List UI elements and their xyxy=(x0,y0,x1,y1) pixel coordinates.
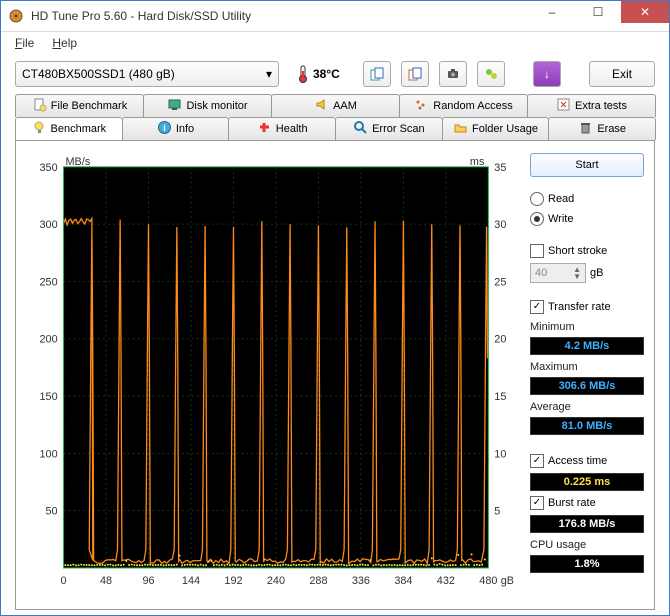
svg-text:20: 20 xyxy=(494,334,506,346)
svg-text:0: 0 xyxy=(61,575,67,587)
file-bench-icon xyxy=(32,97,47,115)
svg-text:150: 150 xyxy=(39,391,57,403)
save-button[interactable]: ↓ xyxy=(533,61,561,87)
burst-rate-checkbox[interactable]: ✓Burst rate xyxy=(530,495,644,511)
svg-text:350: 350 xyxy=(39,162,57,174)
speaker-icon xyxy=(314,97,329,115)
random-icon xyxy=(414,97,429,115)
device-select[interactable]: CT480BX500SSD1 (480 gB) ▾ xyxy=(15,61,279,87)
svg-text:gB: gB xyxy=(501,575,514,587)
svg-text:100: 100 xyxy=(39,448,57,460)
svg-text:300: 300 xyxy=(39,219,57,231)
tab-random-access[interactable]: Random Access xyxy=(399,94,528,117)
burst-rate-value: 176.8 MB/s xyxy=(530,515,644,533)
close-button[interactable]: ✕ xyxy=(621,1,669,23)
svg-text:15: 15 xyxy=(494,391,506,403)
thermometer-icon xyxy=(297,65,309,83)
svg-text:ms: ms xyxy=(470,156,485,168)
toolbar: CT480BX500SSD1 (480 gB) ▾ 38°C ↓ Exit xyxy=(1,54,669,94)
svg-text:50: 50 xyxy=(46,506,58,518)
window-title: HD Tune Pro 5.60 - Hard Disk/SSD Utility xyxy=(31,9,529,23)
device-select-value: CT480BX500SSD1 (480 gB) xyxy=(22,67,175,81)
svg-text:10: 10 xyxy=(494,448,506,460)
copy-screenshot-button[interactable] xyxy=(401,61,429,87)
start-button[interactable]: Start xyxy=(530,153,644,177)
copy-info-button[interactable] xyxy=(363,61,391,87)
tab-info[interactable]: iInfo xyxy=(122,117,230,140)
svg-text:30: 30 xyxy=(494,219,506,231)
access-time-value: 0.225 ms xyxy=(530,473,644,491)
svg-text:5: 5 xyxy=(494,506,500,518)
svg-text:240: 240 xyxy=(267,575,285,587)
minimum-value: 4.2 MB/s xyxy=(530,337,644,355)
svg-text:96: 96 xyxy=(142,575,154,587)
bulb-icon xyxy=(32,120,47,138)
tab-folder-usage[interactable]: Folder Usage xyxy=(442,117,550,140)
write-radio[interactable]: Write xyxy=(530,211,644,227)
tab-strip: File BenchmarkDisk monitorAAMRandom Acce… xyxy=(1,94,669,140)
access-time-checkbox[interactable]: ✓Access time xyxy=(530,453,644,469)
side-panel: Start Read Write Short stroke 40▲▼ gB ✓T… xyxy=(530,153,644,597)
svg-text:384: 384 xyxy=(394,575,412,587)
svg-text:480: 480 xyxy=(479,575,497,587)
cpu-usage-value: 1.8% xyxy=(530,555,644,573)
tab-file-benchmark[interactable]: File Benchmark xyxy=(15,94,144,117)
tab-disk-monitor[interactable]: Disk monitor xyxy=(143,94,272,117)
title-bar: HD Tune Pro 5.60 - Hard Disk/SSD Utility… xyxy=(1,1,669,32)
temperature-value: 38°C xyxy=(313,67,340,81)
menu-help[interactable]: Help xyxy=(52,36,77,50)
tab-benchmark[interactable]: Benchmark xyxy=(15,117,123,140)
maximize-button[interactable]: ☐ xyxy=(575,1,621,23)
app-icon xyxy=(1,8,31,24)
maximum-value: 306.6 MB/s xyxy=(530,377,644,395)
exit-button[interactable]: Exit xyxy=(589,61,655,87)
benchmark-chart: 0 48 96 144 192 240 288 336 384 432 480 50 100 150 200… xyxy=(26,153,520,597)
folder-icon xyxy=(453,120,468,138)
read-radio[interactable]: Read xyxy=(530,191,644,207)
trash-icon xyxy=(578,120,593,138)
svg-text:192: 192 xyxy=(224,575,242,587)
tab-aam[interactable]: AAM xyxy=(271,94,400,117)
transfer-rate-checkbox[interactable]: ✓Transfer rate xyxy=(530,299,644,315)
tab-extra-tests[interactable]: Extra tests xyxy=(527,94,656,117)
svg-text:48: 48 xyxy=(100,575,112,587)
menu-file[interactable]: File xyxy=(15,36,34,50)
benchmark-panel: 0489614419224028833638443248050100150200… xyxy=(15,140,655,610)
average-label: Average xyxy=(530,401,644,413)
svg-text:25: 25 xyxy=(494,276,506,288)
lens-icon xyxy=(353,120,368,138)
svg-text:250: 250 xyxy=(39,276,57,288)
svg-text:432: 432 xyxy=(437,575,455,587)
temperature-display: 38°C xyxy=(297,65,340,83)
svg-text:336: 336 xyxy=(352,575,370,587)
health-icon xyxy=(257,120,272,138)
app-window: HD Tune Pro 5.60 - Hard Disk/SSD Utility… xyxy=(0,0,670,616)
cpu-usage-label: CPU usage xyxy=(530,539,644,551)
average-value: 81.0 MB/s xyxy=(530,417,644,435)
menu-bar: File Help xyxy=(1,32,669,54)
options-button[interactable] xyxy=(477,61,505,87)
minimize-button[interactable]: ‒ xyxy=(529,1,575,23)
short-stroke-input[interactable]: 40▲▼ gB xyxy=(530,263,644,283)
svg-text:288: 288 xyxy=(309,575,327,587)
minimum-label: Minimum xyxy=(530,321,644,333)
tab-health[interactable]: Health xyxy=(228,117,336,140)
svg-text:MB/s: MB/s xyxy=(66,156,91,168)
maximum-label: Maximum xyxy=(530,361,644,373)
chevron-down-icon: ▾ xyxy=(266,67,272,81)
svg-text:35: 35 xyxy=(494,162,506,174)
svg-text:200: 200 xyxy=(39,334,57,346)
monitor-icon xyxy=(167,97,182,115)
info-icon: i xyxy=(157,120,172,138)
svg-text:144: 144 xyxy=(182,575,200,587)
tab-error-scan[interactable]: Error Scan xyxy=(335,117,443,140)
short-stroke-checkbox[interactable]: Short stroke xyxy=(530,243,644,259)
svg-text:i: i xyxy=(163,123,166,133)
save-screenshot-button[interactable] xyxy=(439,61,467,87)
tab-erase[interactable]: Erase xyxy=(548,117,656,140)
tool-icon xyxy=(556,97,571,115)
